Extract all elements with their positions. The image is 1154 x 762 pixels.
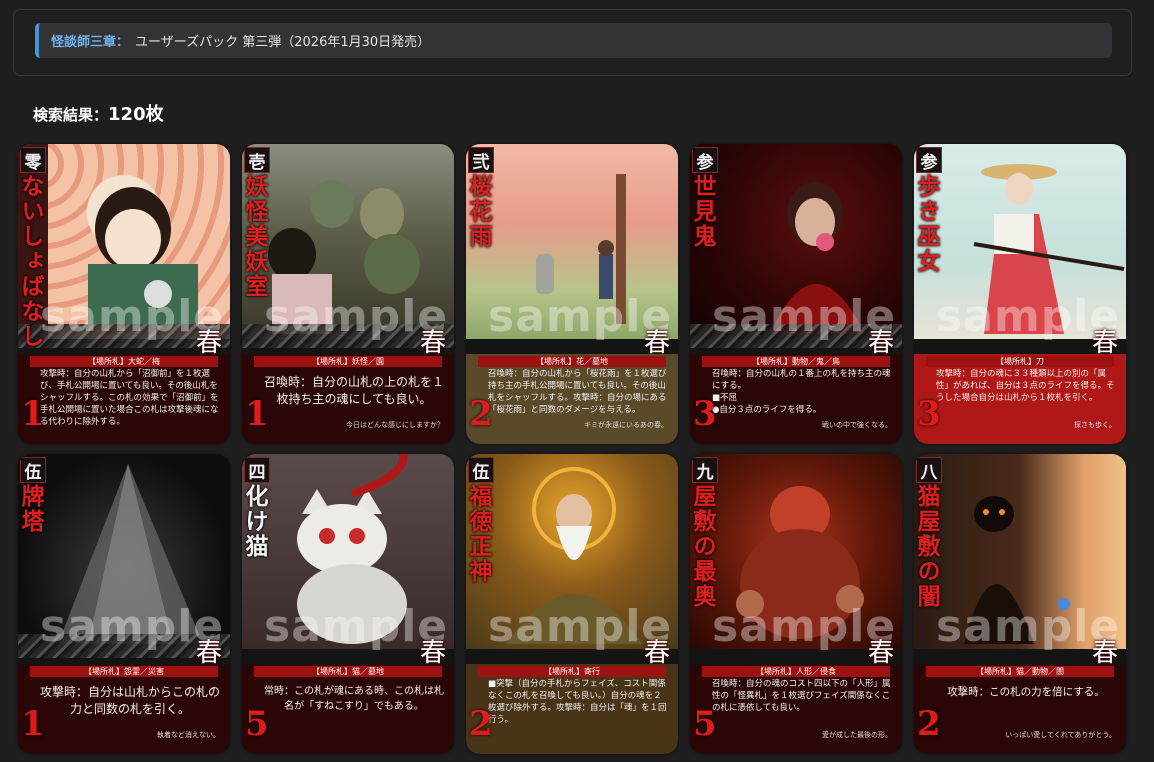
card-type: 【場所札】妖怪／園 <box>254 356 442 367</box>
card-type: 【場所札】人形／侵食 <box>702 666 890 677</box>
card-art <box>690 454 902 649</box>
card-oukau[interactable]: 弐 桜花雨 sample 春 【場所札】花／墓地 召喚時：自分の山札から「桜花雨… <box>466 144 678 444</box>
card-effect: 召喚時：自分の山札の上の札を１枚持ち主の魂にしても良い。 <box>263 375 444 406</box>
cat-illustration <box>297 454 408 644</box>
miko-illustration <box>973 164 1125 334</box>
card-art <box>690 144 902 339</box>
card-art <box>242 454 454 649</box>
girl-illustration <box>18 144 198 339</box>
tower-illustration <box>58 464 203 644</box>
card-cost: 5 <box>693 704 717 744</box>
card-cost: 2 <box>469 704 493 744</box>
card-name: 妖怪美妖室 <box>242 174 268 299</box>
card-number: 伍 <box>20 457 46 483</box>
card-bakeneko[interactable]: 四 化け猫 sample 春 【場所札】猫／墓地 常時：この札が魂にある時、この… <box>242 454 454 754</box>
card-cost: 3 <box>917 394 941 434</box>
card-effect: ■突撃（自分の手札からフェイズ、コスト関係なくこの札を召喚しても良い。）自分の魂… <box>488 679 667 725</box>
search-results-count: 検索結果：120枚 <box>33 100 164 126</box>
card-number: 九 <box>692 457 718 483</box>
card-art <box>18 144 230 339</box>
card-name: ないしょばなし <box>18 174 44 349</box>
card-name: 桜花雨 <box>466 174 492 249</box>
card-name: 猫屋敷の闇 <box>914 484 940 609</box>
card-art <box>18 454 230 649</box>
card-name: 化け猫 <box>242 484 268 559</box>
card-effect: 召喚時：自分の山札から「桜花雨」を１枚選び持ち主の手札公開場に置いても良い。その… <box>488 369 667 415</box>
card-yashiki-no-saioku[interactable]: 九 屋敷の最奥 sample 春 【場所札】人形／侵食 召喚時：自分の魂のコスト… <box>690 454 902 754</box>
card-yokai-biyoshitsu[interactable]: 壱 妖怪美妖室 sample 春 【場所札】妖怪／園 召喚時：自分の山札の上の札… <box>242 144 454 444</box>
card-effect: 攻撃時：自分は山札からこの札の力と同数の札を引く。 <box>39 685 220 716</box>
card-type: 【場所札】猫／動物／闇 <box>926 666 1114 677</box>
card-cost: 1 <box>21 704 45 744</box>
card-aruki-miko[interactable]: 参 歩き巫女 sample 春 【場所札】刀 攻撃時：自分の魂に３３種類以上の別… <box>914 144 1126 444</box>
pack-title: ユーザーズパック 第三弾（2026年1月30日発売） <box>135 35 431 50</box>
card-number: 八 <box>916 457 942 483</box>
card-haito[interactable]: 伍 牌塔 sample 春 【場所札】怨霊／災害 攻撃時：自分は山札からこの札の… <box>18 454 230 754</box>
card-flavor: いっぱい愛してくれてありがとう。 <box>1005 731 1116 739</box>
deity-illustration <box>506 467 642 644</box>
card-naishobanashi[interactable]: 零 ないしょばなし sample 春 【場所札】大蛇／梅 攻撃時：自分の山札から… <box>18 144 230 444</box>
card-number: 壱 <box>244 147 270 173</box>
card-text-box <box>914 664 1126 754</box>
card-name: 牌塔 <box>18 484 44 534</box>
cherry-illustration <box>536 174 626 324</box>
card-art <box>914 144 1126 339</box>
card-yomioni[interactable]: 参 世見鬼 sample 春 【場所札】動物／鬼／鳥 召喚時：自分の山札の１番上… <box>690 144 902 444</box>
card-cost: 2 <box>917 704 941 744</box>
card-cost: 3 <box>693 394 717 434</box>
results-label: 検索結果： <box>33 106 109 124</box>
card-type: 【場所札】猫／墓地 <box>254 666 442 677</box>
card-flavor: キミが永遠にいるあの春。 <box>584 421 668 429</box>
card-cost: 5 <box>245 704 269 744</box>
chapter-label: 怪談師三章 <box>51 35 117 50</box>
card-art <box>466 144 678 339</box>
shadow-cat-illustration <box>964 496 1070 644</box>
card-effect: 召喚時：自分の魂のコスト四以下の「人形」属性の「怪異札」を１枚選びフェイズ関係な… <box>712 679 891 713</box>
monsters-illustration <box>268 180 420 334</box>
card-flavor: 執着など消えない。 <box>157 731 220 739</box>
pack-panel: 怪談師三章 ： ユーザーズパック 第三弾（2026年1月30日発売） <box>13 9 1132 76</box>
card-cost: 2 <box>469 394 493 434</box>
card-nekoyashiki-no-yami[interactable]: 八 猫屋敷の闇 sample 春 【場所札】猫／動物／闇 攻撃時：この札の力を倍… <box>914 454 1126 754</box>
card-number: 零 <box>20 147 46 173</box>
card-number: 弐 <box>468 147 494 173</box>
pack-banner: 怪談師三章 ： ユーザーズパック 第三弾（2026年1月30日発売） <box>35 23 1112 58</box>
card-type: 【場所札】怨霊／災害 <box>30 666 218 677</box>
card-type: 【場所札】花／墓地 <box>478 356 666 367</box>
card-name: 屋敷の最奥 <box>690 484 716 609</box>
oni-illustration <box>770 182 865 334</box>
card-effect: 召喚時：自分の山札の１番上の札を持ち主の魂にする。 ■不屈 ●自分３点のライフを… <box>712 369 891 415</box>
banner-separator: ： <box>116 35 130 50</box>
card-type: 【場所札】刀 <box>926 356 1114 367</box>
card-type: 【場所札】動物／鬼／鳥 <box>702 356 890 367</box>
card-flavor: 探さも歩く。 <box>1074 421 1116 429</box>
dolls-illustration <box>736 486 864 639</box>
card-effect: 攻撃時：この札の力を倍にする。 <box>947 686 1105 698</box>
card-name: 歩き巫女 <box>914 174 940 274</box>
card-art <box>242 144 454 339</box>
card-number: 四 <box>244 457 270 483</box>
card-flavor: 愛が成した最後の形。 <box>822 731 892 739</box>
card-cost: 1 <box>21 394 45 434</box>
card-number: 伍 <box>468 457 494 483</box>
card-type: 【場所札】大蛇／梅 <box>30 356 218 367</box>
card-flavor: 戦いの中で強くなる。 <box>822 421 892 429</box>
results-number: 120枚 <box>108 104 164 125</box>
card-effect: 攻撃時：自分の魂に３３種類以上の別の「属性」があれば、自分は３点のライフを得る。… <box>936 369 1115 403</box>
card-grid: 零 ないしょばなし sample 春 【場所札】大蛇／梅 攻撃時：自分の山札から… <box>18 144 1130 762</box>
card-name: 世見鬼 <box>690 174 716 249</box>
card-cost: 1 <box>245 394 269 434</box>
card-fukutoku-seishin[interactable]: 伍 福徳正神 sample 春 【場所札】寄行 ■突撃（自分の手札からフェイズ、… <box>466 454 678 754</box>
card-number: 参 <box>692 147 718 173</box>
card-number: 参 <box>916 147 942 173</box>
card-art <box>914 454 1126 649</box>
card-effect: 常時：この札が魂にある時、この札は札名が「すねこすり」でもある。 <box>264 686 444 712</box>
card-art <box>466 454 678 649</box>
card-effect: 攻撃時：自分の山札から「沼御前」を１枚選び、手札公開場に置いても良い。その後山札… <box>40 369 219 427</box>
card-type: 【場所札】寄行 <box>478 666 666 677</box>
card-flavor: 今日はどんな感じにしますか？ <box>346 421 444 429</box>
card-name: 福徳正神 <box>466 484 492 584</box>
